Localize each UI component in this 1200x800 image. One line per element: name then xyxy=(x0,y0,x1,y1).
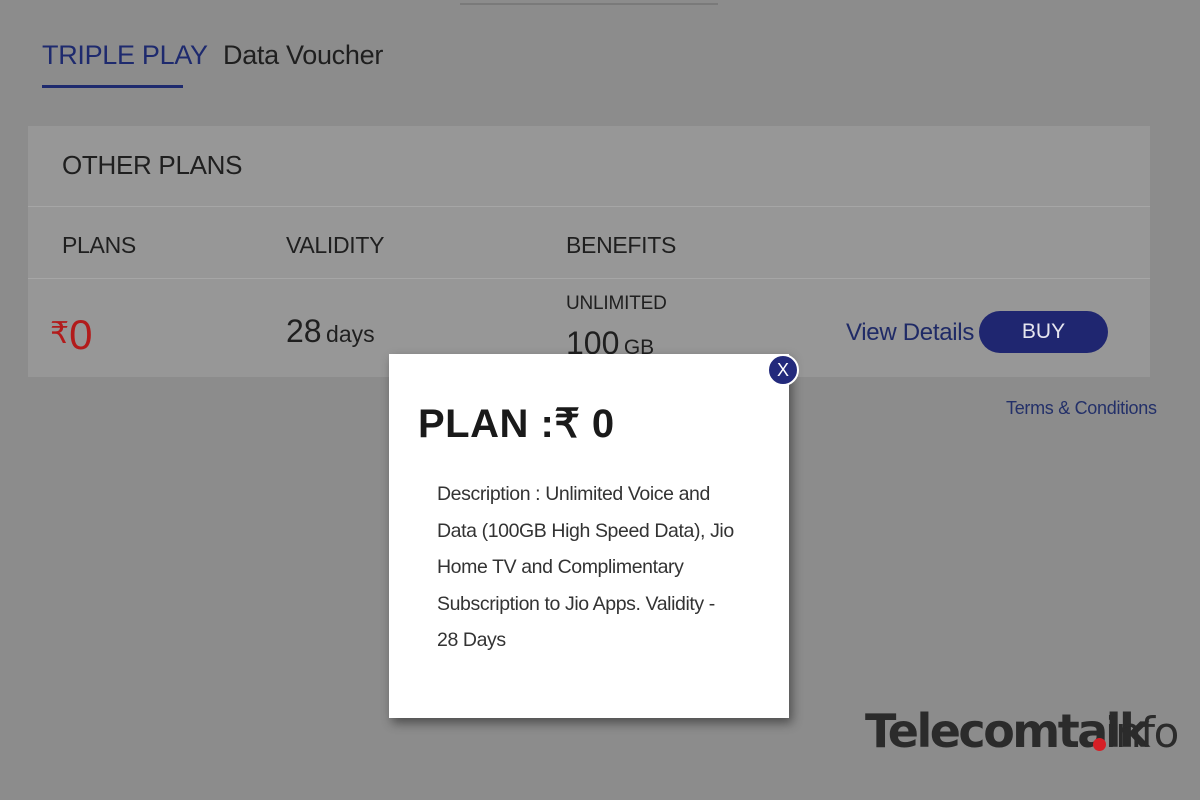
modal-close-button[interactable]: X xyxy=(767,354,799,386)
buy-button[interactable]: BUY xyxy=(979,311,1108,353)
card-title: OTHER PLANS xyxy=(62,150,243,180)
close-icon: X xyxy=(776,360,789,380)
validity-value: 28 xyxy=(286,313,322,349)
telecomtalk-watermark-logo: Telecomtalk info xyxy=(865,700,1179,770)
other-plans-card: OTHER PLANS PLANS VALIDITY BENEFITS ₹0 2… xyxy=(28,126,1150,377)
price-amount: 0 xyxy=(69,311,93,358)
view-details-link[interactable]: View Details xyxy=(846,319,974,347)
watermark-suffix-text: info xyxy=(1105,708,1179,757)
column-header-plans: PLANS xyxy=(62,232,136,258)
description-line: Description : Unlimited Voice and xyxy=(437,483,710,505)
benefit-label: UNLIMITED xyxy=(566,293,667,314)
plan-details-modal: PLAN :₹ 0 Description : Unlimited Voice … xyxy=(389,354,789,718)
tab-triple-play[interactable]: TRIPLE PLAY xyxy=(42,40,208,71)
column-header-validity: VALIDITY xyxy=(286,232,385,258)
tab-data-voucher[interactable]: Data Voucher xyxy=(223,40,383,71)
description-line: Subscription to Jio Apps. Validity - xyxy=(437,592,715,615)
column-headers: PLANS VALIDITY BENEFITS xyxy=(28,207,1150,279)
modal-description: Description : Unlimited Voice and Data (… xyxy=(437,476,747,659)
plan-price: ₹0 xyxy=(50,311,92,359)
rupee-symbol: ₹ xyxy=(50,317,70,350)
description-line: Home TV and Complimentary xyxy=(437,556,684,578)
description-line: Data (100GB High Speed Data), Jio xyxy=(437,519,734,542)
modal-title: PLAN :₹ 0 xyxy=(418,402,615,446)
card-header: OTHER PLANS xyxy=(28,126,1150,207)
description-line: 28 Days xyxy=(437,629,506,651)
plan-validity: 28 days xyxy=(286,313,375,350)
column-header-benefits: BENEFITS xyxy=(566,232,677,258)
terms-and-conditions-link[interactable]: Terms & Conditions xyxy=(1006,398,1157,419)
top-divider xyxy=(460,3,718,5)
validity-unit: days xyxy=(326,321,375,347)
active-tab-indicator xyxy=(42,85,183,88)
